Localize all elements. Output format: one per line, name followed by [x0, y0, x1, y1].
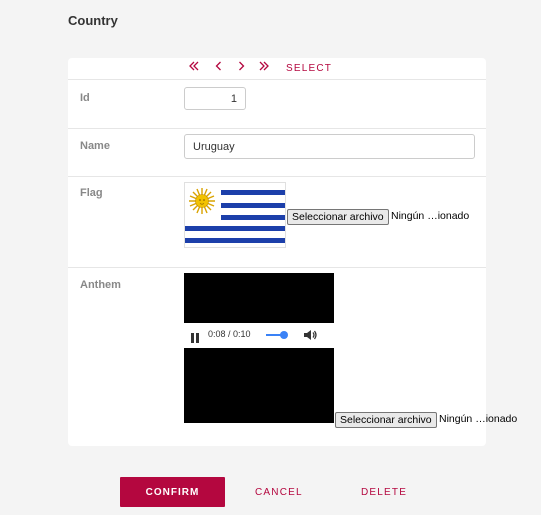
name-field[interactable] [184, 134, 475, 159]
id-field[interactable] [184, 87, 246, 110]
pause-icon[interactable] [190, 330, 200, 343]
flag-image [184, 182, 286, 248]
anthem-label: Anthem [80, 279, 121, 291]
anthem-file-button[interactable]: Seleccionar archivo [335, 412, 437, 428]
flag-label: Flag [80, 187, 103, 199]
anthem-video-frame [184, 348, 334, 423]
cancel-button[interactable]: CANCEL [255, 477, 303, 507]
select-link[interactable]: SELECT [286, 63, 332, 74]
double-chevron-right-icon[interactable] [258, 60, 270, 75]
chevron-right-icon[interactable] [235, 60, 247, 75]
name-label: Name [80, 140, 110, 152]
anthem-audio-player: 0:08 / 0:10 [184, 324, 334, 346]
anthem-file-status: Ningún …ionado [439, 413, 518, 425]
record-card: SELECT Id Name Flag [68, 58, 517, 446]
name-row: Name [68, 129, 486, 177]
volume-slider-handle[interactable] [280, 331, 288, 339]
player-time: 0:08 / 0:10 [208, 329, 251, 339]
id-label: Id [80, 92, 90, 104]
speaker-icon[interactable] [303, 328, 317, 342]
id-row: Id [68, 80, 486, 129]
confirm-button[interactable]: CONFIRM [120, 477, 225, 507]
chevron-left-icon[interactable] [213, 60, 225, 75]
page-title: Country [68, 13, 118, 28]
flag-file-button[interactable]: Seleccionar archivo [287, 209, 389, 225]
double-chevron-left-icon[interactable] [188, 60, 200, 75]
flag-file-status: Ningún …ionado [391, 210, 470, 222]
anthem-video-preview [184, 273, 334, 323]
flag-row: Flag Seleccionar archivo Ningún …ionado [68, 177, 486, 268]
anthem-row: Anthem 0:08 / 0:10 Seleccionar archivo N… [68, 268, 517, 445]
record-navigation: SELECT [68, 58, 486, 80]
delete-button[interactable]: DELETE [361, 477, 407, 507]
